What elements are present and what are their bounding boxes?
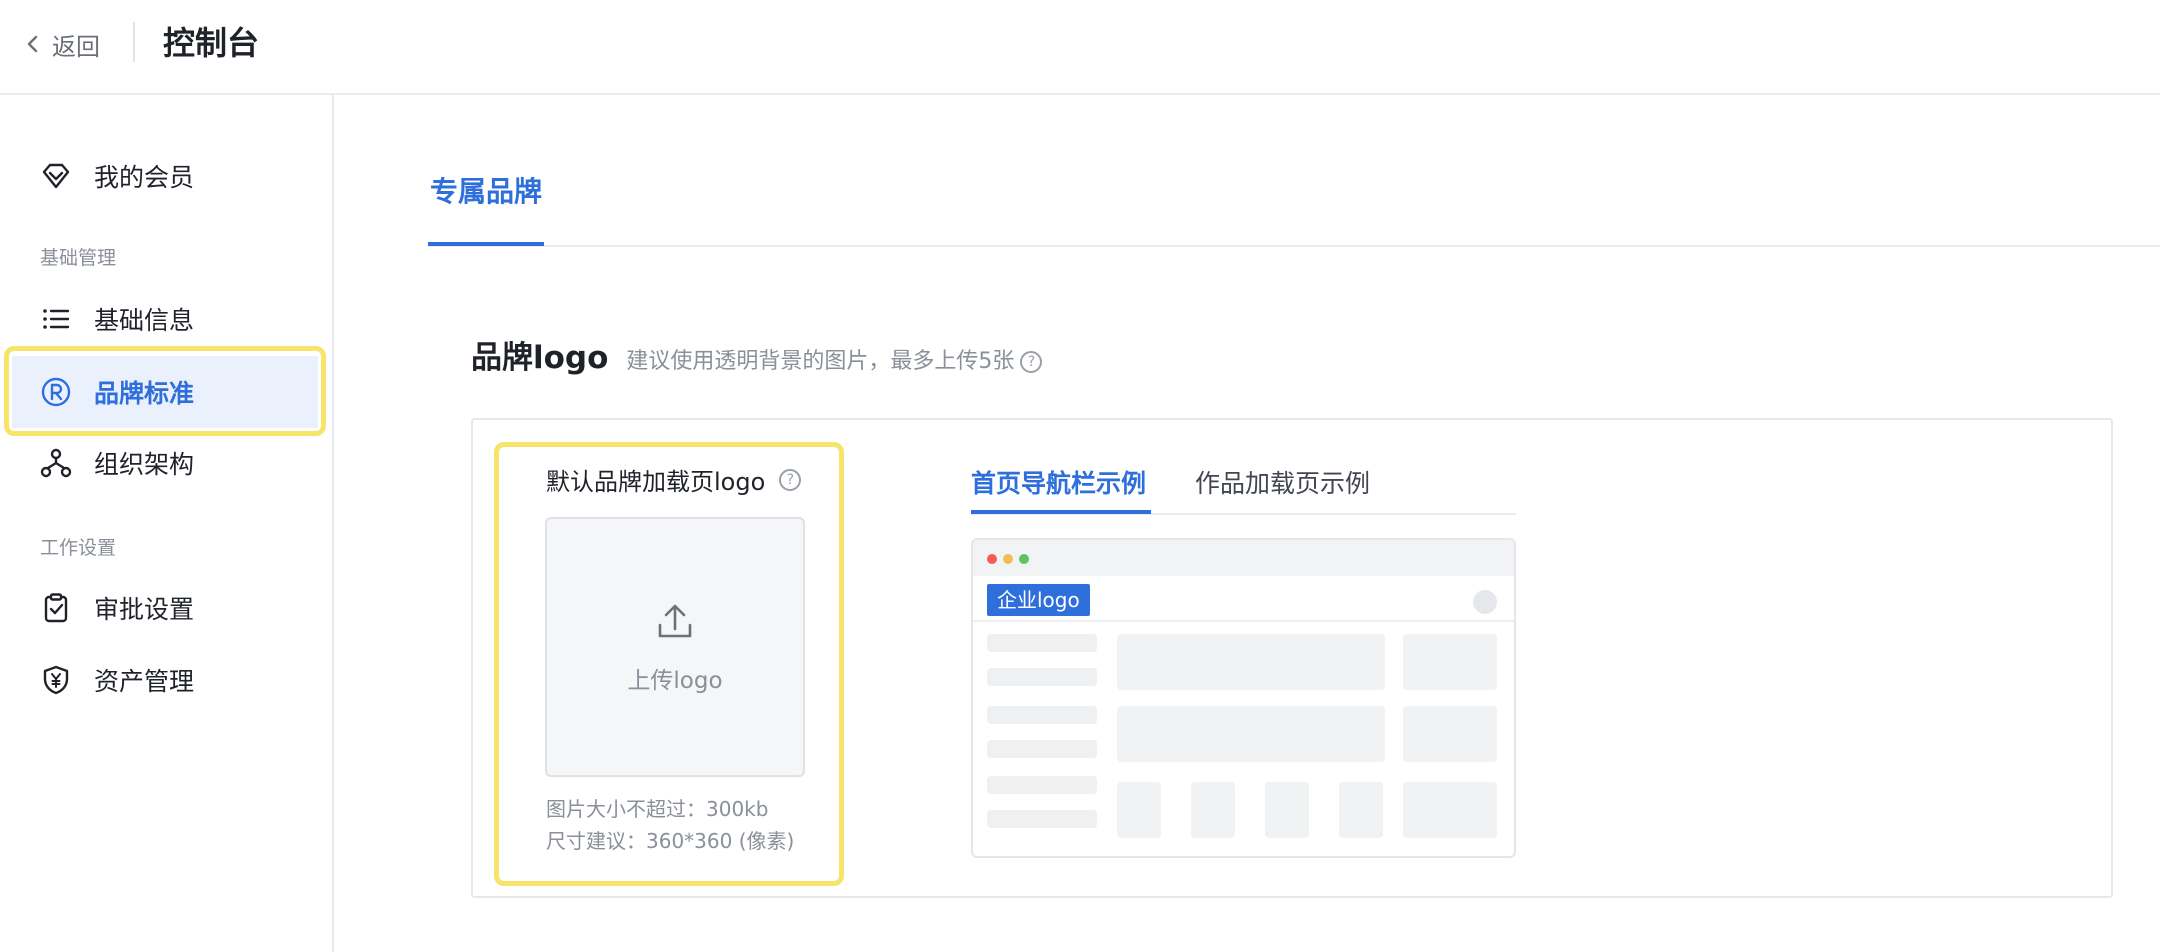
preview-tab-indicator [971,510,1151,514]
section-description-text: 建议使用透明背景的图片，最多上传5张 [626,349,1015,374]
sidebar-item-org-structure[interactable]: 组织架构 [0,427,332,499]
sidebar-item-brand-standard[interactable]: 品牌标准 [12,356,318,428]
sidebar-item-asset-management[interactable]: 资产管理 [0,644,332,716]
upload-dimension-note: 尺寸建议：360*360 (像素) [546,829,795,853]
sidebar-item-label: 品牌标准 [94,379,195,408]
header-divider [133,22,135,62]
section-title: 品牌logo [471,340,609,376]
nav-group-work: 工作设置 [40,537,117,559]
back-label: 返回 [52,32,100,61]
skeleton-line [987,668,1097,686]
clipboard-check-icon [40,592,72,624]
yen-shield-icon [40,664,72,696]
section-description: 建议使用透明背景的图片，最多上传5张? [626,343,1043,375]
window-minimize-dot [1003,554,1013,564]
upload-button-text: 上传logo [627,668,723,694]
tab-bar-line [428,245,2160,247]
skeleton-line [987,740,1097,758]
skeleton-block [1117,706,1385,762]
skeleton-block [1339,782,1383,838]
skeleton-block [1117,634,1385,690]
tab-active-indicator [428,242,544,246]
sidebar-item-label: 我的会员 [94,163,195,192]
skeleton-line [987,634,1097,652]
browser-title-bar [973,540,1514,576]
enterprise-logo-chip: 企业logo [987,584,1090,616]
tab-homepage-nav-example[interactable]: 首页导航栏示例 [971,464,1146,500]
diamond-icon [40,160,72,192]
upload-logo-button[interactable]: 上传logo [545,517,805,777]
page-title: 控制台 [163,24,260,62]
skeleton-block [1403,706,1497,762]
back-button[interactable]: 返回 [24,26,100,62]
question-icon[interactable]: ? [1020,351,1043,373]
upload-label: 默认品牌加载页logo ? [546,462,802,497]
sidebar-item-my-membership[interactable]: 我的会员 [0,140,332,212]
tab-exclusive-brand[interactable]: 专属品牌 [430,170,542,210]
tab-work-loading-example[interactable]: 作品加载页示例 [1195,464,1370,500]
nav-group-basic: 基础管理 [40,247,117,269]
top-bar: 返回 控制台 [0,0,2160,95]
skeleton-block [1403,634,1497,690]
sidebar [0,95,334,952]
list-icon [40,303,72,335]
sidebar-item-label: 资产管理 [94,667,195,696]
skeleton-block [1117,782,1161,838]
registered-icon [40,376,72,408]
window-maximize-dot [1019,554,1029,564]
question-icon[interactable]: ? [779,468,802,491]
sidebar-item-label: 基础信息 [94,306,195,335]
upload-icon [658,604,692,638]
sidebar-item-basic-info[interactable]: 基础信息 [0,283,332,355]
avatar [1473,590,1497,614]
sidebar-item-label: 组织架构 [94,450,195,479]
skeleton-block [1265,782,1309,838]
skeleton-line [987,706,1097,724]
chevron-left-icon [27,35,38,53]
skeleton-block [1403,782,1497,838]
preview-browser-mockup: 企业logo [971,538,1516,858]
skeleton-line [987,810,1097,828]
skeleton-block [1191,782,1235,838]
section-header: 品牌logo 建议使用透明背景的图片，最多上传5张? [471,332,1043,376]
org-chart-icon [40,447,72,479]
sidebar-item-approval-settings[interactable]: 审批设置 [0,572,332,644]
upload-label-text: 默认品牌加载页logo [546,468,766,496]
skeleton-line [987,776,1097,794]
sidebar-item-label: 审批设置 [94,595,195,624]
window-close-dot [987,554,997,564]
upload-size-note: 图片大小不超过：300kb [546,797,769,821]
